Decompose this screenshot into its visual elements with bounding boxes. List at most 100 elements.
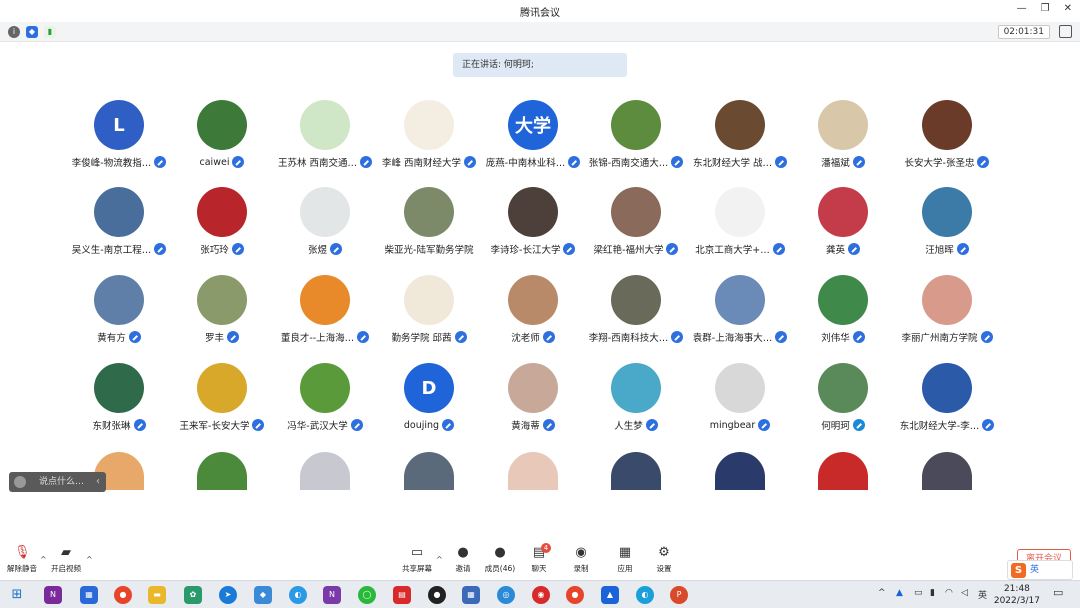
volume-icon[interactable]: ◁ xyxy=(961,588,968,598)
participant-tile[interactable]: 东北财经大学-李… xyxy=(895,363,999,433)
app-icon-14[interactable]: ◎ xyxy=(497,586,515,604)
video-options-chevron-icon[interactable]: ^ xyxy=(86,555,93,564)
participant-tile[interactable]: 王苏林 西南交通… xyxy=(273,100,377,170)
app-icon-5[interactable]: ✿ xyxy=(184,586,202,604)
participant-tile[interactable]: 黄有方 xyxy=(67,275,171,345)
participant-tile[interactable]: 沈老师 xyxy=(481,275,585,345)
app-icon-15[interactable]: ◉ xyxy=(532,586,550,604)
participant-tile[interactable] xyxy=(584,452,688,490)
participant-name: 李诗珍-长江大学 xyxy=(490,245,561,256)
tray-expand-icon[interactable]: ^ xyxy=(878,588,886,598)
participant-tile[interactable]: 董良才--上海海… xyxy=(273,275,377,345)
app-icon-16[interactable]: ● xyxy=(566,586,584,604)
participant-tile[interactable]: 袁群-上海海事大… xyxy=(688,275,792,345)
notification-icon[interactable]: ▭ xyxy=(1053,586,1063,599)
app-icon-7[interactable]: ◆ xyxy=(254,586,272,604)
participant-tile[interactable]: 大学 庞燕-中南林业科… xyxy=(481,100,585,170)
participant-tile[interactable]: 冯华-武汉大学 xyxy=(273,363,377,433)
members-button[interactable]: ● 成员(46) xyxy=(482,546,518,574)
participant-tile[interactable]: 王来军-长安大学 xyxy=(170,363,274,433)
file-explorer-icon[interactable]: ▬ xyxy=(148,586,166,604)
participant-tile[interactable] xyxy=(481,452,585,490)
tray-app-icon[interactable]: ▭ xyxy=(914,588,923,598)
participant-tile[interactable]: 东财张琳 xyxy=(67,363,171,433)
ime-indicator[interactable]: S 英 xyxy=(1007,560,1073,580)
start-video-button[interactable]: ▰ 开启视频 xyxy=(48,546,84,574)
wifi-icon[interactable]: ◠ xyxy=(945,588,953,598)
participant-tile[interactable]: 梁红艳-福州大学 xyxy=(584,187,688,257)
participant-tile[interactable]: 李丽广州南方学院 xyxy=(895,275,999,345)
participant-tile[interactable]: 黄海蒂 xyxy=(481,363,585,433)
app-icon-8[interactable]: ◐ xyxy=(289,586,307,604)
mic-muted-icon xyxy=(330,243,342,255)
participant-tile[interactable] xyxy=(377,452,481,490)
participant-tile[interactable]: 何明珂 xyxy=(791,363,895,433)
emoji-icon[interactable] xyxy=(14,476,26,488)
info-icon[interactable]: i xyxy=(8,26,20,38)
chat-button[interactable]: ▤ 4 聊天 xyxy=(521,543,557,574)
edge-icon[interactable]: ◐ xyxy=(636,586,654,604)
shield-icon[interactable]: ◆ xyxy=(26,26,38,38)
participant-tile[interactable]: mingbear xyxy=(688,363,792,433)
participant-tile[interactable]: 龚英 xyxy=(791,187,895,257)
participant-tile[interactable]: 勤务学院 邱茜 xyxy=(377,275,481,345)
participant-tile[interactable] xyxy=(273,452,377,490)
minimize-button[interactable]: — xyxy=(1017,3,1027,14)
invite-button[interactable]: ● 邀请 xyxy=(445,546,481,574)
onenote-2-icon[interactable]: N xyxy=(323,586,341,604)
tencent-meeting-icon[interactable]: ▲ xyxy=(601,586,619,604)
participant-tile[interactable]: 张巧玲 xyxy=(170,187,274,257)
participant-tile[interactable]: 吴义生-南京工程… xyxy=(67,187,171,257)
app-icon-11[interactable]: ▤ xyxy=(393,586,411,604)
participant-tile[interactable] xyxy=(170,452,274,490)
battery-icon[interactable]: ▮ xyxy=(930,588,935,598)
apps-button[interactable]: ▦ 应用 xyxy=(607,546,643,574)
participant-tile[interactable]: 李峰 西南财经大学 xyxy=(377,100,481,170)
participant-tile[interactable] xyxy=(791,452,895,490)
tray-meeting-icon[interactable]: ▲ xyxy=(896,588,903,598)
mic-muted-icon xyxy=(852,331,865,343)
participant-tile[interactable]: 李诗珍-长江大学 xyxy=(481,187,585,257)
collapse-chevron-icon[interactable]: ‹ xyxy=(96,472,100,492)
participant-tile[interactable]: 东北财经大学 战… xyxy=(688,100,792,170)
unmute-button[interactable]: 🎙 解除静音 xyxy=(4,546,40,574)
participant-tile[interactable]: 柴亚光-陆军勤务学院 xyxy=(377,187,481,257)
calculator-icon[interactable]: ▦ xyxy=(462,586,480,604)
language-indicator[interactable]: 英 xyxy=(978,588,987,601)
participant-tile[interactable] xyxy=(895,452,999,490)
participant-tile[interactable]: 刘伟华 xyxy=(791,275,895,345)
participant-tile[interactable]: 罗丰 xyxy=(170,275,274,345)
participant-name: 吴义生-南京工程… xyxy=(71,245,152,256)
calendar-icon[interactable]: ▦ xyxy=(80,586,98,604)
fullscreen-icon[interactable] xyxy=(1059,25,1072,38)
powerpoint-icon[interactable]: P xyxy=(670,586,688,604)
record-button[interactable]: ◉ 录制 xyxy=(563,546,599,574)
participant-tile[interactable] xyxy=(688,452,792,490)
participant-tile[interactable]: 汪旭晖 xyxy=(895,187,999,257)
participant-tile[interactable]: Ddoujing xyxy=(377,363,481,433)
share-screen-button[interactable]: ▭ 共享屏幕 xyxy=(399,546,435,574)
settings-button[interactable]: ⚙ 设置 xyxy=(646,546,682,574)
participant-tile[interactable]: 人生梦 xyxy=(584,363,688,433)
wechat-icon[interactable]: ◯ xyxy=(358,586,376,604)
chat-quick-input[interactable]: 说点什么… ‹ xyxy=(9,472,106,492)
participant-tile[interactable]: 长安大学-张圣忠 xyxy=(895,100,999,170)
participant-tile[interactable]: 潘福斌 xyxy=(791,100,895,170)
system-clock[interactable]: 21:48 2022/3/17 xyxy=(994,583,1040,607)
share-options-chevron-icon[interactable]: ^ xyxy=(436,555,443,564)
audio-options-chevron-icon[interactable]: ^ xyxy=(40,555,47,564)
windows-start-icon[interactable]: ⊞ xyxy=(8,586,26,604)
participant-tile[interactable]: L 李俊峰-物流教指… xyxy=(67,100,171,170)
restore-button[interactable]: ❐ xyxy=(1041,3,1050,14)
signal-icon[interactable]: ▮ xyxy=(44,26,56,38)
participant-tile[interactable]: 张煜 xyxy=(273,187,377,257)
chrome-icon[interactable]: ● xyxy=(114,586,132,604)
participant-tile[interactable]: 张锦-西南交通大… xyxy=(584,100,688,170)
participant-tile[interactable]: 李翔-西南科技大… xyxy=(584,275,688,345)
participant-tile[interactable]: 北京工商大学+… xyxy=(688,187,792,257)
onenote-icon[interactable]: N xyxy=(44,586,62,604)
participant-tile[interactable]: caiwei xyxy=(170,100,274,170)
qq-icon[interactable]: ● xyxy=(428,586,446,604)
app-icon-6[interactable]: ➤ xyxy=(219,586,237,604)
close-button[interactable]: ✕ xyxy=(1064,3,1072,14)
